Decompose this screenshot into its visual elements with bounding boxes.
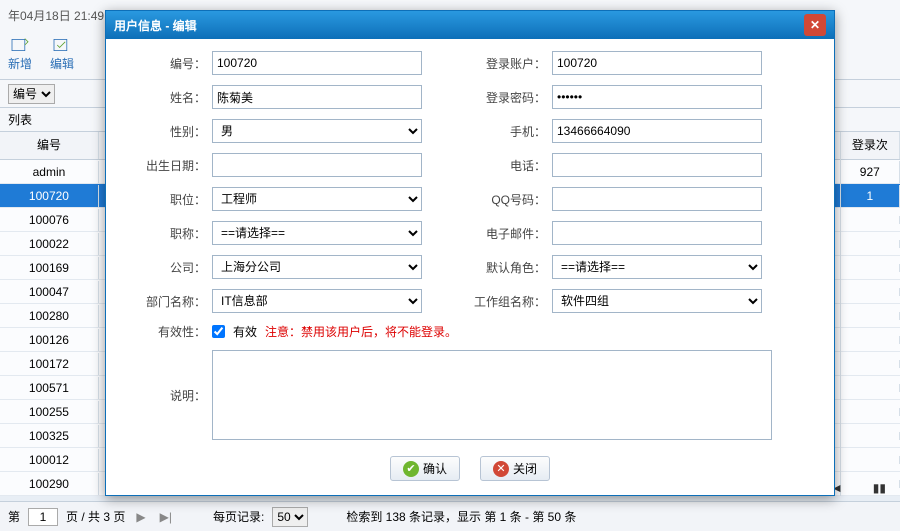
qq-field[interactable] [552, 187, 762, 211]
lab-code: 编号： [126, 55, 206, 72]
mobile-field[interactable] [552, 119, 762, 143]
dialog-titlebar[interactable]: 用户信息 - 编辑 ✕ [106, 11, 834, 39]
lab-password: 登录密码： [466, 89, 546, 106]
lab-desc: 说明： [126, 387, 206, 404]
title-select[interactable]: ==请选择== [212, 221, 422, 245]
user-edit-dialog: 用户信息 - 编辑 ✕ 编号： 登录账户： 姓名： 登录密码： 性别： 男 手机：… [105, 10, 835, 496]
ok-label: 确认 [423, 460, 447, 477]
password-field[interactable] [552, 85, 762, 109]
code-field[interactable] [212, 51, 422, 75]
lab-post: 职位： [126, 191, 206, 208]
sex-select[interactable]: 男 [212, 119, 422, 143]
lab-email: 电子邮件： [466, 225, 546, 242]
role-select[interactable]: ==请选择== [552, 255, 762, 279]
valid-checkbox[interactable] [212, 325, 225, 338]
lab-valid: 有效性： [126, 323, 206, 340]
company-select[interactable]: 上海分公司 [212, 255, 422, 279]
check-icon: ✔ [403, 461, 419, 477]
team-select[interactable]: 软件四组 [552, 289, 762, 313]
lab-sex: 性别： [126, 123, 206, 140]
x-icon: ✕ [493, 461, 509, 477]
lab-mobile: 手机： [466, 123, 546, 140]
lab-name: 姓名： [126, 89, 206, 106]
name-field[interactable] [212, 85, 422, 109]
dialog-close-button[interactable]: ✕ [804, 14, 826, 36]
email-field[interactable] [552, 221, 762, 245]
lab-title: 职称： [126, 225, 206, 242]
close-button[interactable]: ✕ 关闭 [480, 456, 550, 481]
desc-textarea[interactable] [212, 350, 772, 440]
dept-select[interactable]: IT信息部 [212, 289, 422, 313]
lab-qq: QQ号码： [466, 191, 546, 208]
valid-text: 有效 [233, 323, 257, 340]
valid-warning: 注意：禁用该用户后，将不能登录。 [265, 323, 457, 340]
ok-button[interactable]: ✔ 确认 [390, 456, 460, 481]
lab-company: 公司： [126, 259, 206, 276]
lab-account: 登录账户： [466, 55, 546, 72]
lab-dept: 部门名称： [126, 293, 206, 310]
lab-role: 默认角色： [466, 259, 546, 276]
dialog-title: 用户信息 - 编辑 [114, 17, 197, 34]
phone-field[interactable] [552, 153, 762, 177]
close-icon: ✕ [810, 18, 820, 32]
lab-birth: 出生日期： [126, 157, 206, 174]
birth-field[interactable] [212, 153, 422, 177]
close-label: 关闭 [513, 460, 537, 477]
lab-team: 工作组名称： [466, 293, 546, 310]
post-select[interactable]: 工程师 [212, 187, 422, 211]
account-field[interactable] [552, 51, 762, 75]
lab-phone: 电话： [466, 157, 546, 174]
